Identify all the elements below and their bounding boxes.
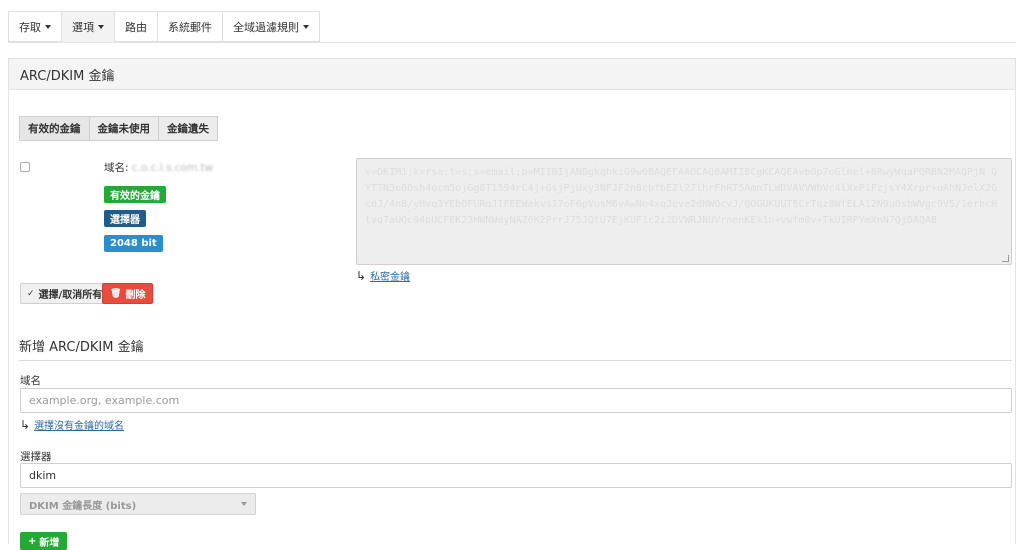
selector-field-label: 選擇器 [20,451,52,463]
tab-missing-keys[interactable]: 金鑰遺失 [158,116,218,141]
return-arrow-icon: ↳ [356,268,367,283]
selector-badge: 選擇器 [104,210,146,227]
key-length-select[interactable]: DKIM 金鑰長度 (bits) [20,493,256,515]
resize-handle-icon[interactable] [1002,255,1009,262]
public-key-textarea[interactable]: v=DKIM1;k=rsa;t=s;s=email;p=MIIBIjANBgkq… [356,158,1012,265]
tab-options[interactable]: 選項 [61,11,114,42]
top-nav: 存取 選項 路由 系統郵件 全域過濾規則 [8,11,320,42]
select-all-label: 選擇/取消所有 [38,290,103,301]
nav-divider [8,42,1016,43]
public-key-text: v=DKIM1;k=rsa;t=s;s=email;p=MIIBIjANBgkq… [365,167,998,226]
trash-icon: 🗑 [110,288,122,299]
panel-title: ARC/DKIM 金鑰 [20,68,115,84]
key-tabs: 有效的金鑰 金鑰未使用 金鑰遺失 [19,116,218,141]
tab-label: 選項 [72,20,94,34]
delete-label: 刪除 [125,290,146,301]
private-key-link[interactable]: 私密金鑰 [370,268,410,283]
caret-down-icon [45,24,51,29]
plus-icon: + [28,535,37,547]
private-key-row: ↳ 私密金鑰 [356,268,410,284]
tab-label: 系統郵件 [168,20,212,34]
domain-field-label: 域名 [20,375,41,387]
tab-label: 存取 [19,20,41,34]
caret-down-icon [98,24,104,29]
domain-value: c.o.c.l.s.com.tw [131,162,214,174]
status-badge: 有效的金鑰 [104,186,166,203]
tab-label: 路由 [125,20,147,34]
add-button[interactable]: + 新增 [20,532,68,550]
tab-access[interactable]: 存取 [8,11,61,42]
tab-routing[interactable]: 路由 [114,11,157,42]
check-icon: ✓ [27,288,35,299]
add-section-title: 新增 ARC/DKIM 金鑰 [19,340,144,355]
selector-input[interactable] [20,463,1012,488]
key-domain: 域名: c.o.c.l.s.com.tw [104,160,213,175]
domain-link-row: ↳ 選擇沒有金鑰的域名 [20,417,124,433]
key-select-checkbox[interactable] [20,162,30,172]
domain-input[interactable] [20,388,1012,413]
return-arrow-icon: ↳ [20,417,31,432]
tab-label: 全域過濾規則 [233,20,299,34]
tab-unused-keys[interactable]: 金鑰未使用 [88,116,158,141]
add-label: 新增 [39,537,60,549]
bits-badge: 2048 bit [104,235,163,252]
section-divider [19,360,1012,361]
select-domain-link[interactable]: 選擇沒有金鑰的域名 [34,417,124,432]
tab-global-filter[interactable]: 全域過濾規則 [222,11,320,42]
panel-heading: ARC/DKIM 金鑰 [9,59,1015,90]
select-all-button[interactable]: ✓ 選擇/取消所有 [20,283,110,304]
caret-down-icon [303,24,309,29]
domain-label: 域名: [104,162,129,174]
tab-system-mail[interactable]: 系統郵件 [157,11,222,42]
tab-valid-keys[interactable]: 有效的金鑰 [19,116,89,141]
caret-down-icon [241,502,247,506]
key-length-label: DKIM 金鑰長度 (bits) [29,500,137,512]
delete-button[interactable]: 🗑 刪除 [102,283,154,304]
